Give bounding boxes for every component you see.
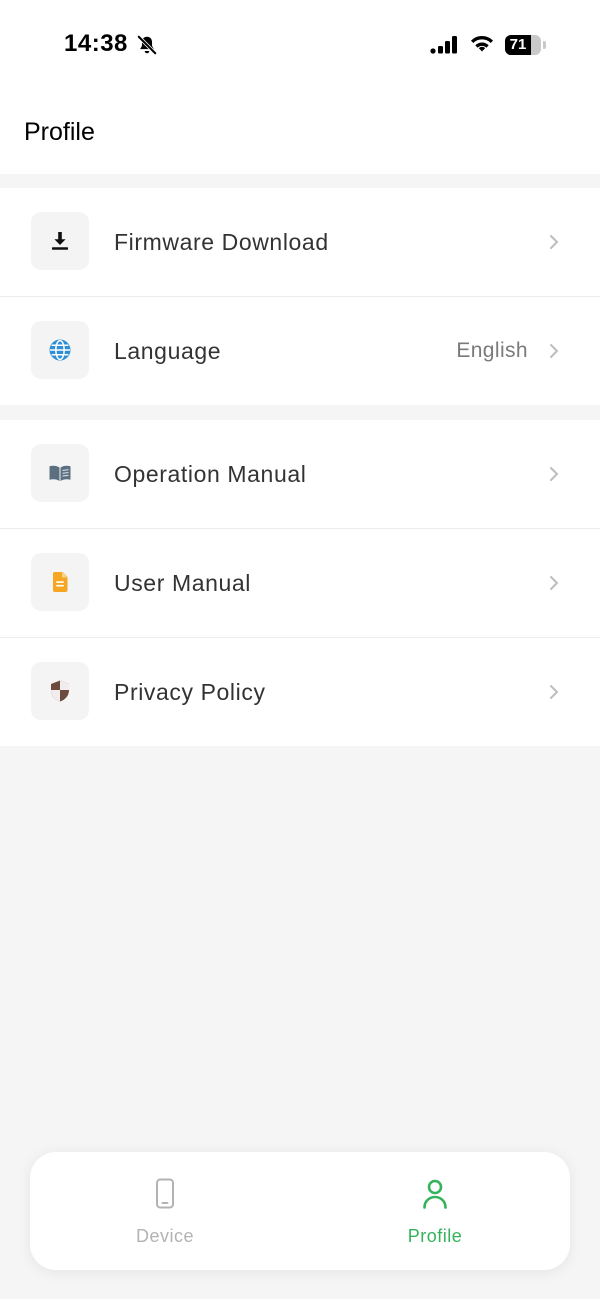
- menu-group-general: Firmware Download Language English: [0, 188, 600, 405]
- menu-item-label: Privacy Policy: [114, 679, 266, 705]
- globe-icon: [31, 321, 89, 379]
- status-time: 14:38: [64, 30, 128, 57]
- chevron-right-icon: [550, 576, 558, 590]
- chevron-right-icon: [550, 685, 558, 699]
- tab-device[interactable]: Device: [30, 1152, 300, 1270]
- document-icon: [31, 553, 89, 611]
- menu-item-user-manual[interactable]: User Manual: [0, 529, 600, 638]
- menu-item-label: Firmware Download: [114, 229, 329, 255]
- download-icon: [31, 212, 89, 270]
- battery-percent: 71: [509, 36, 527, 53]
- chevron-right-icon: [550, 467, 558, 481]
- signal-icon: [430, 36, 457, 54]
- chevron-right-icon: [550, 235, 558, 249]
- status-bar: 14:38 71: [0, 0, 600, 92]
- menu-item-language[interactable]: Language English: [0, 297, 600, 405]
- menu-item-privacy-policy[interactable]: Privacy Policy: [0, 638, 600, 746]
- menu-item-label: Operation Manual: [114, 461, 307, 487]
- menu-item-operation-manual[interactable]: Operation Manual: [0, 420, 600, 529]
- phone-icon: [156, 1178, 174, 1209]
- menu-group-documents: Operation Manual User Manual Privacy Pol…: [0, 420, 600, 746]
- menu-item-firmware-download[interactable]: Firmware Download: [0, 188, 600, 297]
- shield-icon: [31, 662, 89, 720]
- tab-bar: Device Profile: [30, 1152, 570, 1270]
- wifi-icon: [471, 35, 493, 52]
- menu-item-label: User Manual: [114, 570, 251, 596]
- page-title: Profile: [24, 118, 95, 146]
- bell-muted-icon: [137, 35, 157, 55]
- tab-label: Device: [135, 1226, 195, 1246]
- battery-cap: [543, 41, 546, 49]
- language-value: English: [456, 339, 528, 362]
- tab-profile[interactable]: Profile: [300, 1152, 570, 1270]
- book-icon: [31, 444, 89, 502]
- tab-label: Profile: [407, 1226, 463, 1246]
- battery-icon: 71: [505, 35, 541, 55]
- person-icon: [423, 1179, 447, 1209]
- menu-item-label: Language: [114, 338, 222, 364]
- header: Profile: [0, 92, 600, 174]
- chevron-right-icon: [550, 344, 558, 358]
